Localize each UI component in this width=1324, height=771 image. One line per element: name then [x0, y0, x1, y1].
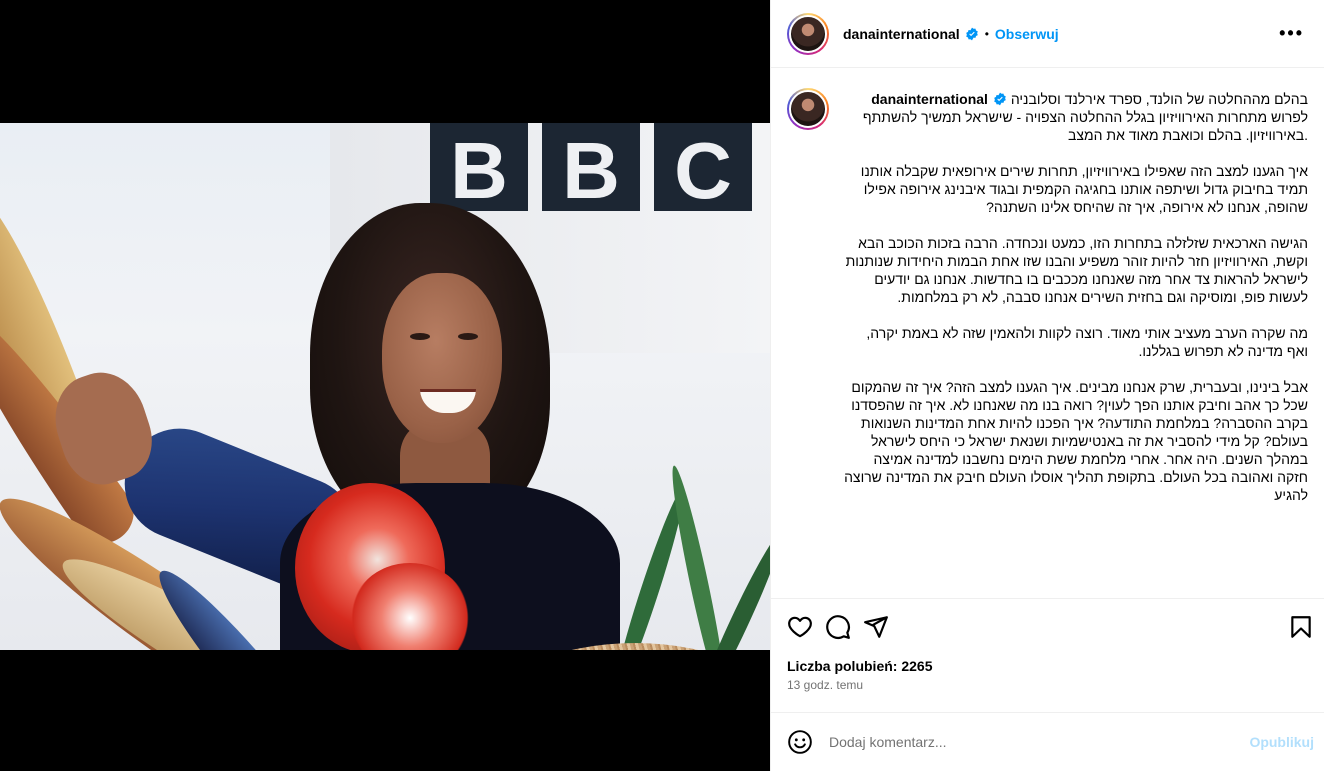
- caption-username[interactable]: danainternational: [871, 91, 988, 107]
- username-link[interactable]: danainternational: [843, 26, 960, 42]
- post-header: danainternational • Obserwuj •••: [771, 0, 1324, 68]
- avatar-image: [789, 14, 827, 53]
- sign-letter: B: [430, 123, 528, 211]
- caption-paragraph: אבל בינינו, ובעברית, שרק אנחנו מבינים. א…: [844, 379, 1308, 503]
- heart-icon: [788, 616, 812, 637]
- face: [382, 273, 502, 443]
- caption-paragraph: איך הגענו למצב הזה שאפילו באירוויזיון, ת…: [860, 163, 1308, 215]
- follow-button[interactable]: Obserwuj: [995, 26, 1059, 42]
- emoji-icon[interactable]: [787, 729, 813, 755]
- caption-avatar[interactable]: [787, 88, 829, 130]
- comments-area[interactable]: danainternational בהלם מההחלטה של הולנד,…: [771, 68, 1324, 598]
- verified-icon: [965, 27, 979, 41]
- share-icon: [864, 615, 888, 638]
- action-bar: [771, 598, 1324, 654]
- caption-body: danainternational בהלם מההחלטה של הולנד,…: [843, 90, 1308, 522]
- share-button[interactable]: [863, 608, 901, 646]
- caption: danainternational בהלם מההחלטה של הולנד,…: [787, 88, 1308, 522]
- caption-paragraph: מה שקרה הערב מעציב אותי מאוד. רוצה לקוות…: [866, 325, 1308, 359]
- save-button[interactable]: [1276, 608, 1314, 646]
- verified-icon: [993, 92, 1007, 106]
- avatar-image: [789, 90, 827, 128]
- eye: [410, 333, 430, 340]
- post-time[interactable]: 13 godz. temu: [771, 676, 1324, 712]
- comment-form: Opublikuj: [771, 712, 1324, 771]
- bbc-sign: B B C: [430, 123, 770, 211]
- avatar[interactable]: [787, 12, 829, 55]
- sign-letter: B: [542, 123, 640, 211]
- eye: [458, 333, 478, 340]
- comment-icon: [826, 614, 850, 639]
- publish-button[interactable]: Opublikuj: [1249, 734, 1314, 750]
- post-viewer: B B C danainternational • Obserwuj ••• d…: [0, 0, 1324, 771]
- comment-input[interactable]: [829, 734, 1250, 750]
- caption-paragraph: הגישה הארכאית שזלזלה בתחרות הזו, כמעט ונ…: [845, 235, 1308, 305]
- palm-leaf: [665, 463, 733, 650]
- separator-dot: •: [984, 26, 989, 41]
- post-photo[interactable]: B B C: [0, 123, 770, 650]
- bookmark-icon: [1291, 615, 1311, 638]
- caption-paragraph: danainternational בהלם מההחלטה של הולנד,…: [843, 90, 1308, 144]
- sign-letter: C: [654, 123, 752, 211]
- post-media: B B C: [0, 0, 770, 771]
- post-side-panel: danainternational • Obserwuj ••• danaint…: [770, 0, 1324, 771]
- comment-button[interactable]: [825, 608, 863, 646]
- more-options-icon[interactable]: •••: [1275, 19, 1308, 48]
- likes-count[interactable]: Liczba polubień: 2265: [771, 654, 1324, 676]
- like-button[interactable]: [787, 608, 825, 646]
